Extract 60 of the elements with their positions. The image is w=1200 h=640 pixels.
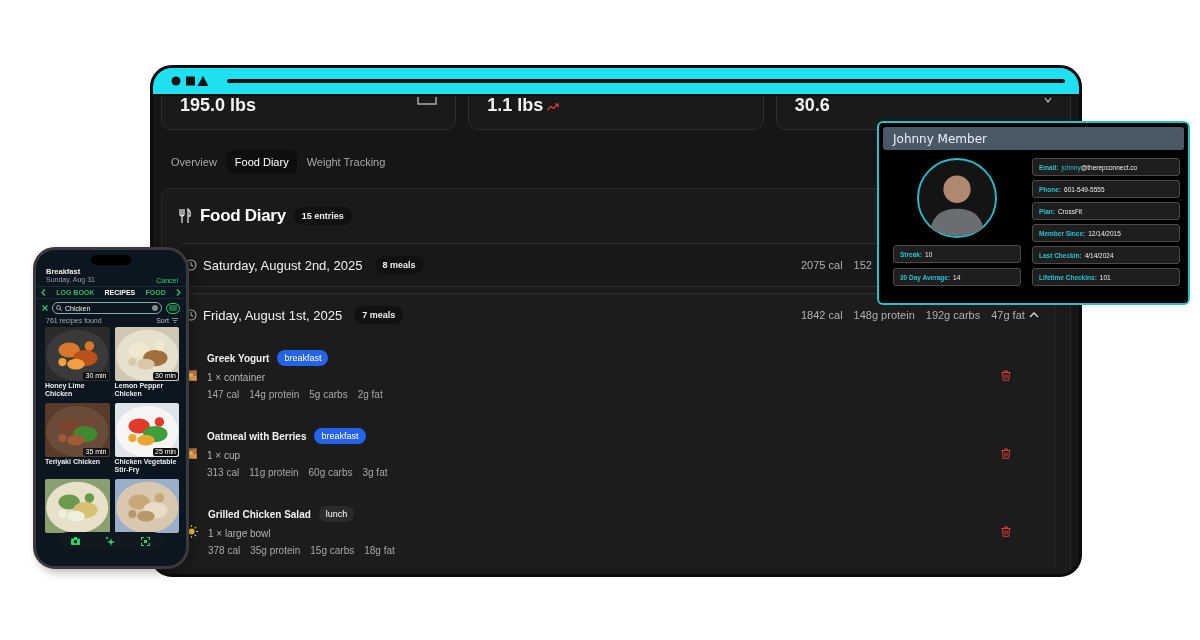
meal-count: 7 meals	[354, 306, 404, 324]
day-date: Friday, August 1st, 2025	[203, 307, 343, 323]
day-total: 192g carbs	[925, 309, 981, 321]
scale-icon	[417, 97, 438, 105]
chevron-right-icon[interactable]	[175, 289, 181, 296]
day-total: 1842 cal	[801, 309, 843, 321]
delete-icon[interactable]	[1001, 369, 1011, 381]
meal-tag: breakfast	[277, 350, 329, 366]
meal-tag: lunch	[318, 506, 355, 522]
nutrient-value: 378 cal	[208, 545, 241, 556]
nutrient-value: 18g fat	[364, 545, 395, 556]
tab[interactable]: Food Diary	[226, 150, 297, 174]
chevron-down-icon	[1044, 97, 1052, 103]
close-icon[interactable]	[42, 305, 48, 311]
search-icon	[56, 305, 62, 311]
delete-icon[interactable]	[1001, 525, 1011, 537]
section-title: Food Diary	[200, 206, 286, 226]
nutrient-value: 14g protein	[249, 389, 300, 400]
stat-value: 30.6	[794, 96, 830, 115]
chevron-up-icon[interactable]	[1029, 312, 1039, 318]
serving-size: 1 × cup	[207, 450, 242, 461]
day-date: Saturday, August 2nd, 2025	[203, 257, 363, 273]
trend-up-icon	[547, 103, 560, 111]
tab[interactable]: Weight Tracking	[298, 150, 394, 174]
camera-icon[interactable]	[70, 537, 80, 545]
nutrient-value: 60g carbs	[308, 467, 353, 478]
entry-count: 15 entries	[293, 207, 352, 225]
filter-icon[interactable]	[172, 318, 178, 323]
phone-notch	[91, 255, 131, 265]
tab[interactable]: Overview	[163, 150, 225, 174]
nutrient-value: 11g protein	[249, 467, 299, 478]
filter-button[interactable]	[166, 302, 180, 314]
nutrient-value: 3g fat	[362, 467, 388, 478]
member-name: Johnny Member	[893, 131, 987, 146]
nutrient-value: 5g carbs	[309, 389, 348, 400]
nutrient-value: 15g carbs	[310, 545, 355, 556]
serving-size: 1 × container	[207, 372, 267, 383]
day-total: 2075 cal	[801, 259, 843, 271]
clock-icon	[185, 259, 197, 271]
chevron-left-icon[interactable]	[41, 289, 46, 296]
stat-value: 195.0 lbs	[180, 96, 257, 115]
meal-name: Oatmeal with Berries	[207, 430, 307, 442]
day-total: 152	[853, 259, 872, 271]
nutrient-value: 2g fat	[357, 389, 383, 400]
serving-size: 1 × large bowl	[208, 528, 272, 539]
delete-icon[interactable]	[1001, 447, 1011, 459]
meal-tag: breakfast	[314, 428, 366, 444]
sparkle-icon[interactable]	[105, 536, 116, 546]
scan-icon[interactable]	[141, 536, 151, 546]
nutrient-value: 147 cal	[207, 389, 240, 400]
nutrient-value: 35g protein	[250, 545, 301, 556]
day-total: 148g protein	[853, 309, 915, 321]
clear-icon[interactable]	[152, 305, 158, 311]
meal-name: Greek Yogurt	[207, 352, 270, 364]
day-total: 47g fat	[991, 309, 1025, 321]
utensils-icon	[178, 208, 192, 224]
nutrient-value: 313 cal	[207, 467, 240, 478]
meal-name: Grilled Chicken Salad	[208, 508, 311, 520]
meal-count: 8 meals	[374, 256, 424, 274]
stat-value: 1.1 lbs	[487, 96, 544, 115]
